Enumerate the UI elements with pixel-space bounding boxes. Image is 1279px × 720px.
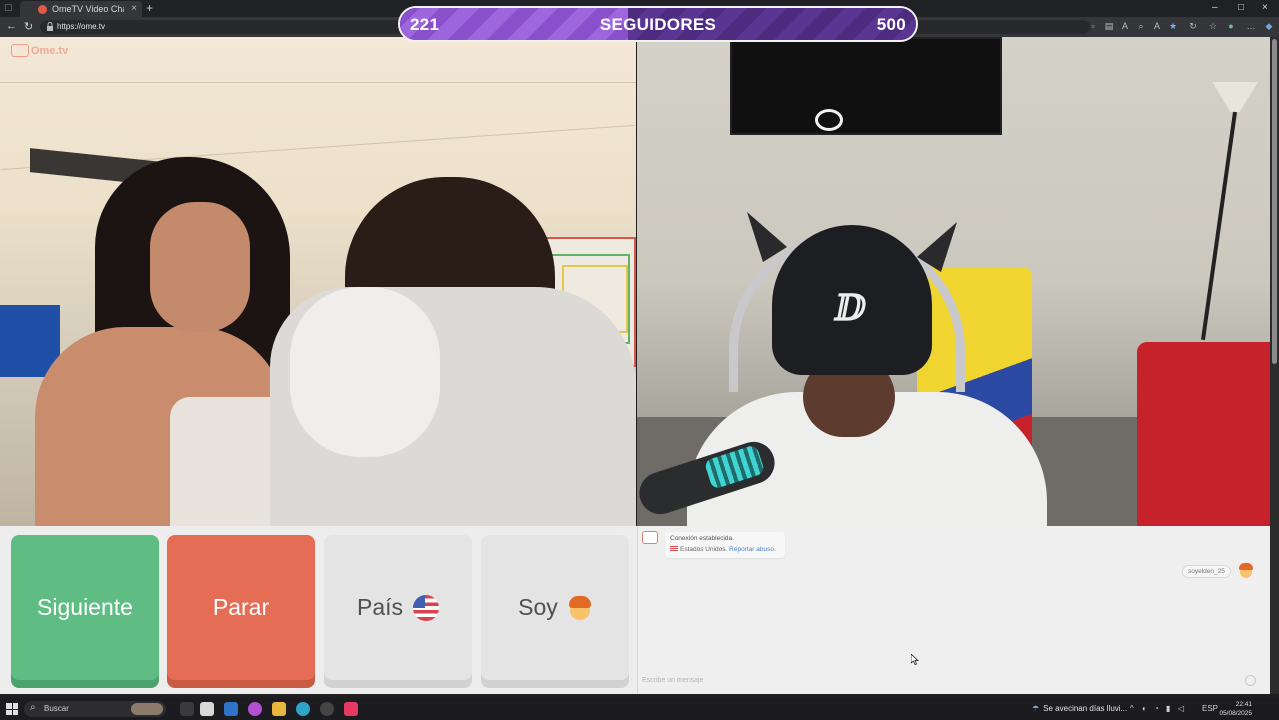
clock-date: 05/08/2025 — [1219, 710, 1252, 717]
taskbar: ⌕ Buscar ☂ Se avecinan días lluvi... ^ ◐ … — [0, 698, 1279, 720]
connection-status: Conexión establecida. — [670, 535, 734, 542]
more-options-icon[interactable]: … — [1246, 21, 1256, 31]
us-flag-icon — [413, 594, 440, 621]
tab-actions-icon[interactable]: ▢ — [4, 2, 13, 13]
wifi-icon[interactable]: ◔ — [1154, 704, 1159, 713]
battery-icon[interactable]: ▮ — [1166, 704, 1170, 713]
language-indicator[interactable]: ESP — [1202, 704, 1218, 713]
chat-panel: Conexión establecida. Estados Unidos. Re… — [637, 526, 1270, 694]
edge-icon[interactable] — [296, 702, 310, 716]
self-video: ⅅ — [637, 37, 1270, 526]
ceiling-line — [0, 82, 636, 83]
store-icon[interactable] — [200, 702, 214, 716]
search-label: Buscar — [44, 704, 69, 713]
camera-icon[interactable]: ▫ — [1088, 21, 1098, 31]
ometv-avatar-icon — [642, 531, 658, 544]
tray-chevron-icon[interactable]: ^ — [1130, 704, 1134, 713]
red-couch — [1137, 342, 1270, 526]
minimize-button[interactable]: – — [1212, 2, 1218, 13]
new-tab-button[interactable]: + — [146, 1, 153, 15]
taskbar-search[interactable]: ⌕ Buscar — [24, 701, 166, 717]
stop-label: Parar — [212, 594, 270, 620]
back-button[interactable]: ← — [6, 20, 17, 32]
emoji-icon[interactable] — [1245, 675, 1256, 686]
lock-icon — [47, 22, 53, 31]
next-label: Siguiente — [37, 594, 133, 620]
profile-icon[interactable]: ● — [1226, 21, 1236, 31]
stop-button[interactable]: Parar — [167, 535, 315, 680]
search-icon: ⌕ — [30, 702, 36, 713]
reload-button[interactable]: ↻ — [24, 20, 33, 33]
ring-light — [815, 109, 843, 131]
gender-button[interactable]: Soy — [481, 535, 629, 680]
gender-label: Soy — [518, 594, 558, 620]
windows-start-icon[interactable] — [6, 703, 18, 715]
country-button[interactable]: País — [324, 535, 472, 680]
mouse-cursor-icon — [911, 654, 919, 665]
tab-title: OmeTV Video Chat — Ome — [52, 4, 124, 14]
partner-country-name: Estados Unidos. — [680, 546, 728, 553]
message-input[interactable]: Escribe un mensaje — [642, 677, 1212, 684]
close-window-button[interactable]: × — [1262, 2, 1268, 13]
floor-lamp-pole — [1201, 111, 1237, 341]
clock[interactable]: 22:41 05/08/2025 — [1218, 700, 1252, 718]
favorite-star-icon[interactable]: ★ — [1168, 21, 1178, 31]
refresh-extension-icon[interactable]: ↻ — [1188, 21, 1198, 31]
user-boy-icon — [1239, 563, 1253, 578]
cap-logo: ⅅ — [835, 287, 867, 329]
ometv-favicon-icon — [38, 5, 47, 14]
volume-icon[interactable]: ◁ — [1178, 704, 1184, 713]
clock-time: 22:41 — [1235, 701, 1252, 708]
next-button[interactable]: Siguiente — [11, 535, 159, 680]
translate-icon[interactable]: A — [1120, 21, 1130, 31]
weather-widget[interactable]: ☂ Se avecinan días lluvi... — [1032, 704, 1127, 713]
tiktok-icon[interactable] — [344, 702, 358, 716]
url-text: https://ome.tv — [57, 22, 106, 31]
page-scrollbar[interactable] — [1270, 37, 1279, 694]
person-right-hood — [290, 287, 440, 457]
file-explorer-icon[interactable] — [272, 702, 286, 716]
tray-app-icon[interactable]: ◐ — [1142, 704, 1147, 713]
reader-icon[interactable]: ▤ — [1104, 21, 1114, 31]
discord-icon[interactable] — [248, 702, 262, 716]
ometv-logo-icon — [11, 44, 29, 58]
favorites-icon[interactable]: ☆ — [1208, 21, 1218, 31]
scrollbar-thumb[interactable] — [1272, 39, 1277, 364]
report-abuse-link[interactable]: Reportar abuso. — [729, 546, 776, 553]
followers-label: SEGUIDORES — [599, 15, 717, 34]
task-view-icon[interactable] — [180, 702, 194, 716]
ometv-watermark: Ome.tv — [9, 42, 68, 60]
obs-icon[interactable] — [320, 702, 334, 716]
floor-lamp-shade — [1212, 82, 1258, 112]
tab-close-icon[interactable]: × — [131, 3, 137, 14]
maximize-button[interactable]: □ — [1238, 2, 1244, 13]
us-flag-icon — [670, 546, 678, 553]
wall-tv — [730, 37, 1002, 135]
system-message: Conexión establecida. Estados Unidos. Re… — [665, 532, 785, 558]
person-left-face — [150, 202, 250, 332]
outlook-icon[interactable] — [224, 702, 238, 716]
boy-icon — [568, 595, 592, 621]
tab-ometv[interactable]: OmeTV Video Chat — Ome × — [20, 1, 142, 17]
stranger-video: Ome.tv — [0, 37, 636, 526]
weather-text: Se avecinan días lluvi... — [1043, 704, 1128, 713]
username-tag: soyelden_25 — [1182, 565, 1231, 578]
followers-goal-bar: 221 SEGUIDORES 500 — [398, 6, 918, 42]
country-label: País — [356, 594, 404, 620]
rain-cloud-icon: ☂ — [1032, 704, 1040, 713]
followers-goal: 500 — [876, 15, 906, 34]
zoom-icon[interactable]: ⌕ — [1136, 21, 1146, 31]
search-highlight-image — [131, 703, 163, 715]
copilot-icon[interactable]: ◆ — [1264, 21, 1274, 31]
partner-country: Estados Unidos. Reportar abuso. — [670, 546, 776, 553]
control-panel: Siguiente Parar País Soy — [0, 526, 637, 694]
immersive-reader-icon[interactable]: A — [1152, 21, 1162, 31]
watermark-text: Ome.tv — [31, 44, 69, 57]
